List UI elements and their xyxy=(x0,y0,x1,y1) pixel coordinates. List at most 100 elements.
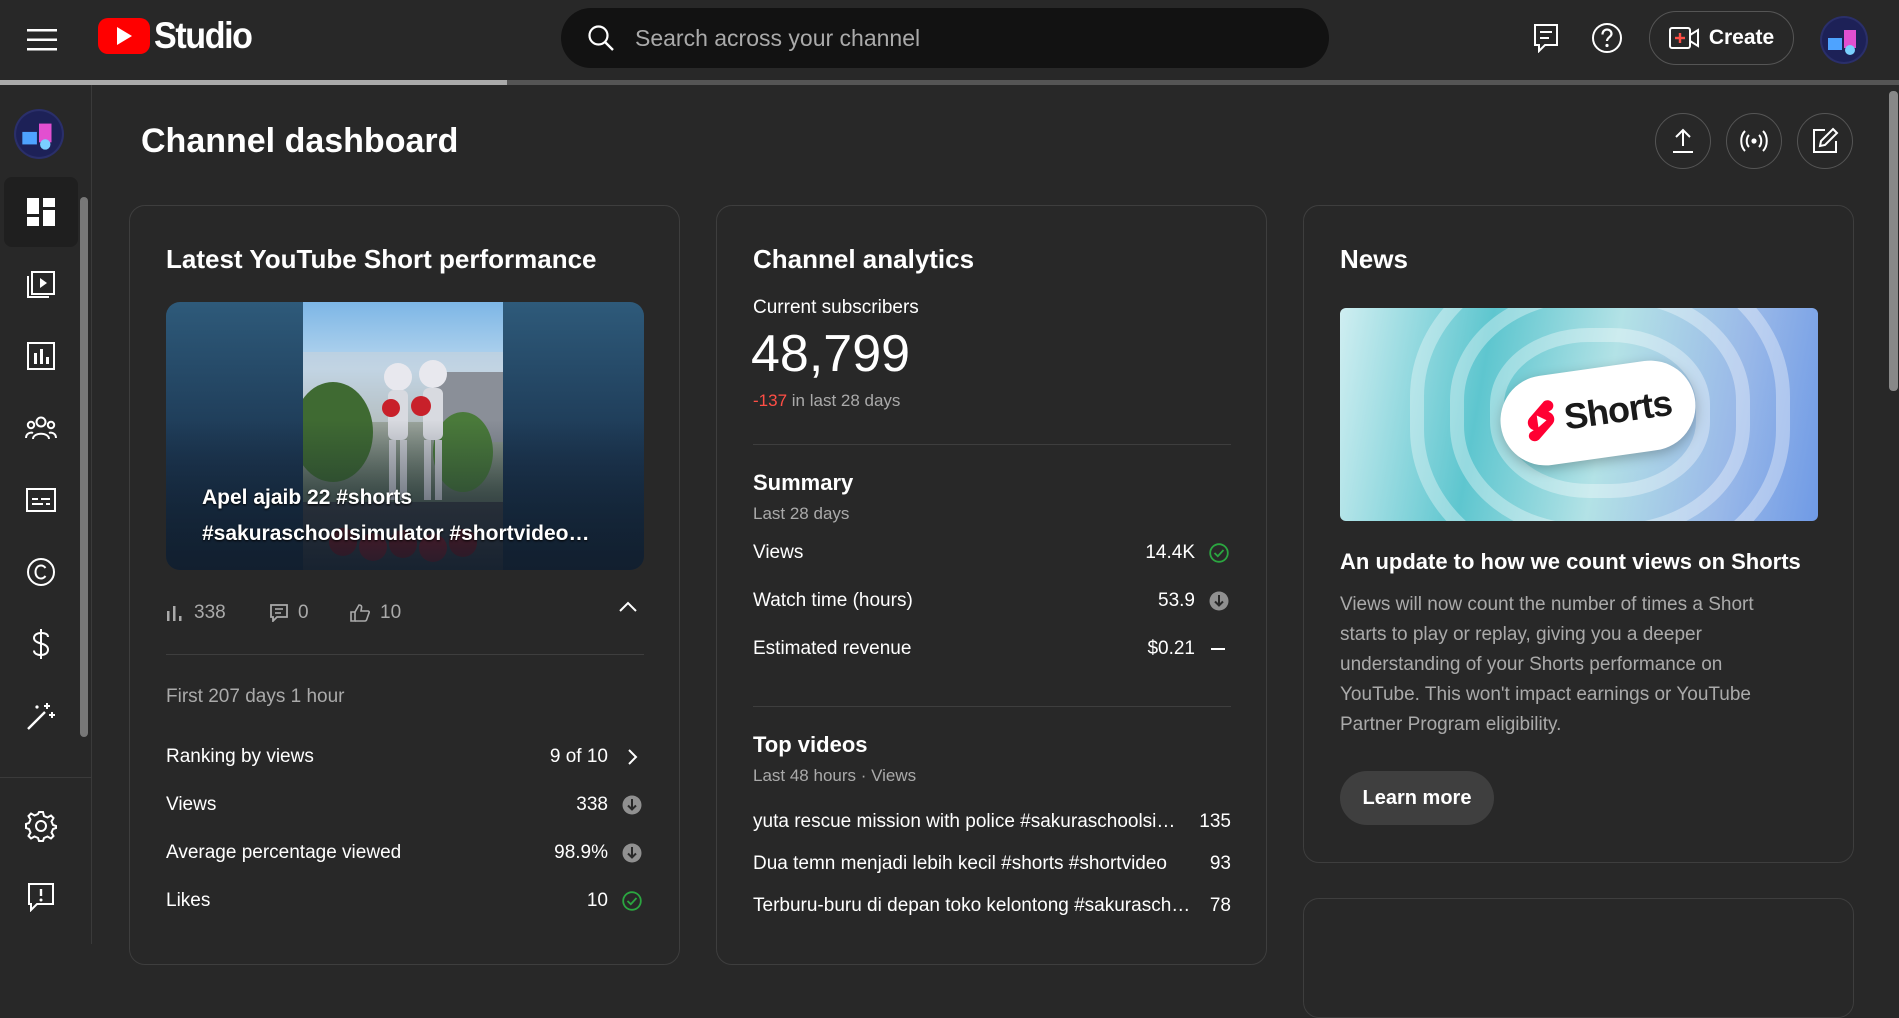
news-body: Views will now count the number of times… xyxy=(1340,594,1754,735)
studio-wordmark: Studio xyxy=(154,15,253,56)
likes-stat: 10 xyxy=(350,602,401,624)
chevron-right-icon[interactable] xyxy=(620,748,644,766)
account-avatar[interactable] xyxy=(1820,16,1868,64)
search-bar[interactable] xyxy=(561,8,1329,68)
divider xyxy=(753,444,1231,445)
studio-logo[interactable]: Studio xyxy=(98,15,260,56)
edit-icon xyxy=(1811,127,1839,155)
summary-row-views: Views 14.4K xyxy=(753,538,1231,568)
row-label: Ranking by views xyxy=(166,746,314,767)
main-scrollbar[interactable] xyxy=(1888,85,1899,944)
sidebar-item-content[interactable] xyxy=(4,249,78,319)
live-broadcast-icon xyxy=(1739,130,1769,152)
sidebar-item-customization[interactable] xyxy=(4,681,78,751)
short-thumbnail[interactable]: Apel ajaib 22 #shorts #sakuraschoolsimul… xyxy=(166,302,644,570)
add-video-icon xyxy=(1668,27,1699,49)
search-input[interactable] xyxy=(635,24,1285,52)
subscribers-change-value: -137 xyxy=(753,391,788,410)
sidebar-item-earn[interactable] xyxy=(4,609,78,679)
top-video-title[interactable]: Dua temn menjadi lebih kecil #shorts #sh… xyxy=(753,853,1210,875)
youtube-logo-icon xyxy=(98,18,150,54)
create-post-button[interactable] xyxy=(1797,113,1853,169)
top-header: Studio Create xyxy=(0,0,1899,80)
create-label: Create xyxy=(1708,26,1775,49)
feedback-icon xyxy=(27,882,55,912)
row-label: Estimated revenue xyxy=(753,638,912,659)
page-title: Channel dashboard xyxy=(141,122,459,160)
search-icon xyxy=(587,24,617,52)
upload-button[interactable] xyxy=(1655,113,1711,169)
copyright-icon xyxy=(26,557,56,587)
go-live-button[interactable] xyxy=(1726,113,1782,169)
main-scroll-thumb[interactable] xyxy=(1889,91,1898,391)
top-videos-title: Top videos xyxy=(753,732,868,757)
subscribers-label: Current subscribers xyxy=(753,297,919,318)
short-period: First 207 days 1 hour xyxy=(166,682,644,712)
top-video-row[interactable]: Dua temn menjadi lebih kecil #shorts #sh… xyxy=(753,853,1231,875)
comment-icon xyxy=(270,604,288,622)
gear-icon xyxy=(25,810,57,842)
sidebar-item-settings[interactable] xyxy=(4,791,78,861)
short-performance-card: Latest YouTube Short performance Apel aj… xyxy=(129,205,680,965)
sidebar-item-subtitles[interactable] xyxy=(4,465,78,535)
avg-viewed-row: Average percentage viewed 98.9% xyxy=(166,838,644,868)
arrow-down-circle-icon xyxy=(1207,591,1231,611)
dollar-icon xyxy=(30,628,52,660)
views-count: 338 xyxy=(194,602,226,623)
sidebar-scrollbar[interactable] xyxy=(80,185,90,775)
short-video-title: Apel ajaib 22 #shorts #sakuraschoolsimul… xyxy=(202,480,602,552)
top-video-title[interactable]: yuta rescue mission with police #sakuras… xyxy=(753,811,1199,833)
likes-row: Likes 10 xyxy=(166,886,644,916)
magic-wand-icon xyxy=(26,701,56,731)
menu-icon[interactable] xyxy=(22,20,62,60)
row-value: 10 xyxy=(586,890,608,911)
summary-row-revenue: Estimated revenue $0.21 xyxy=(753,634,1231,664)
top-video-title[interactable]: Terburu-buru di depan toko kelontong #sa… xyxy=(753,895,1210,917)
summary-row-watch-time: Watch time (hours) 53.9 xyxy=(753,586,1231,616)
collapse-button[interactable] xyxy=(618,600,638,614)
chevron-up-icon xyxy=(618,600,638,614)
ranking-row[interactable]: Ranking by views 9 of 10 xyxy=(166,742,644,772)
thumbs-up-icon xyxy=(350,604,370,622)
sidebar-scroll-thumb[interactable] xyxy=(80,197,88,737)
divider xyxy=(753,706,1231,707)
help-icon[interactable] xyxy=(1587,18,1627,58)
divider xyxy=(166,654,644,655)
learn-more-button[interactable]: Learn more xyxy=(1340,771,1494,825)
sidebar-divider xyxy=(0,777,92,778)
check-circle-icon xyxy=(1207,543,1231,563)
news-headline: An update to how we count views on Short… xyxy=(1340,549,1801,574)
sidebar-item-copyright[interactable] xyxy=(4,537,78,607)
upload-progress-bar xyxy=(0,80,1899,85)
row-label: Watch time (hours) xyxy=(753,590,913,611)
check-circle-icon xyxy=(620,891,644,911)
dashboard-icon xyxy=(26,197,56,227)
top-video-row[interactable]: yuta rescue mission with police #sakuras… xyxy=(753,811,1231,833)
period-label: First 207 days 1 hour xyxy=(166,686,345,707)
subscribers-change: -137 in last 28 days xyxy=(753,391,900,411)
feedback-comment-icon[interactable] xyxy=(1526,18,1566,58)
views-row: Views 338 xyxy=(166,790,644,820)
row-label: Average percentage viewed xyxy=(166,842,402,863)
subtitles-icon xyxy=(26,488,56,512)
sidebar-item-community[interactable] xyxy=(4,393,78,463)
sidebar-item-dashboard[interactable] xyxy=(4,177,78,247)
channel-avatar[interactable] xyxy=(14,109,64,159)
summary-period: Last 28 days xyxy=(753,504,850,523)
top-video-row[interactable]: Terburu-buru di depan toko kelontong #sa… xyxy=(753,895,1231,917)
sidebar-item-feedback[interactable] xyxy=(4,862,78,932)
top-video-views: 78 xyxy=(1209,895,1231,916)
card-title: Channel analytics xyxy=(753,244,975,274)
comments-count: 0 xyxy=(298,602,309,623)
create-button[interactable]: Create xyxy=(1649,11,1794,65)
ideas-card xyxy=(1303,898,1854,1018)
channel-analytics-card: Channel analytics Current subscribers 48… xyxy=(716,205,1267,965)
shorts-logo-text: Shorts xyxy=(1561,381,1675,438)
shorts-logo-icon xyxy=(1522,398,1562,444)
card-title: Latest YouTube Short performance xyxy=(166,244,597,274)
news-image[interactable]: Shorts xyxy=(1340,308,1818,521)
row-value: $0.21 xyxy=(1147,638,1195,659)
row-value: 98.9% xyxy=(554,842,608,863)
sidebar-item-analytics[interactable] xyxy=(4,321,78,391)
row-label: Likes xyxy=(166,890,211,911)
